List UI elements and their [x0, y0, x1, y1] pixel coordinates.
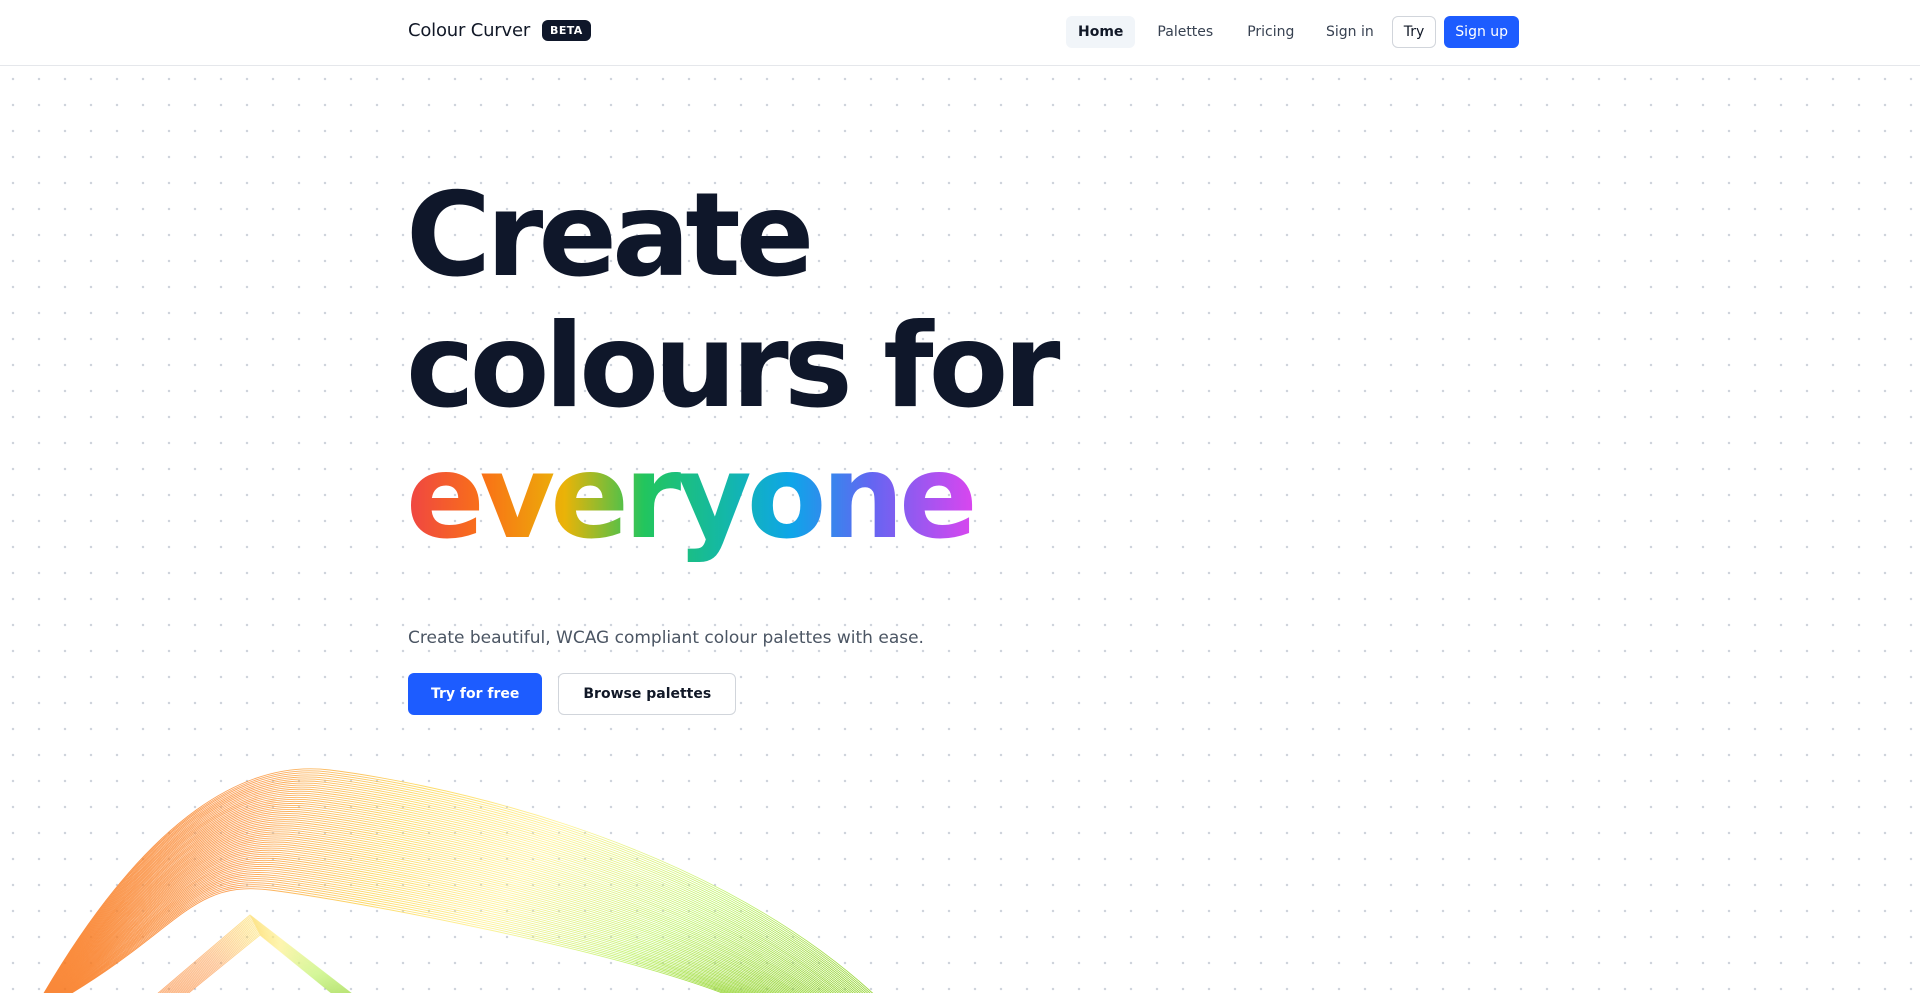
nav-pricing[interactable]: Pricing [1235, 16, 1306, 48]
hero: Create colours for everyone [406, 168, 1060, 565]
sign-up-button[interactable]: Sign up [1444, 16, 1520, 48]
hero-heading-line-2: colours for [406, 299, 1060, 434]
nav-home[interactable]: Home [1066, 16, 1136, 48]
hero-heading-line-1: Create [406, 168, 814, 303]
hero-cta-group: Try for free Browse palettes [408, 673, 737, 715]
top-navbar: Colour Curver BETA Home Palettes Pricing… [0, 0, 1920, 66]
landing-page: Colour Curver BETA Home Palettes Pricing… [0, 0, 1920, 993]
try-for-free-button[interactable]: Try for free [408, 673, 543, 715]
sign-in-link[interactable]: Sign in [1316, 16, 1384, 48]
nav-palettes[interactable]: Palettes [1145, 16, 1225, 48]
hero-heading-rainbow-word: everyone [406, 430, 978, 565]
try-button[interactable]: Try [1391, 16, 1437, 48]
hero-subtitle: Create beautiful, WCAG compliant colour … [408, 628, 924, 648]
brand-name[interactable]: Colour Curver [408, 20, 530, 41]
main-nav: Home Palettes Pricing [1066, 16, 1316, 48]
decorative-wave-lines [43, 768, 873, 993]
hero-heading: Create colours for everyone [406, 168, 1060, 565]
beta-badge: BETA [542, 20, 591, 41]
browse-palettes-button[interactable]: Browse palettes [558, 673, 737, 715]
auth-actions: Sign in Try Sign up [1316, 16, 1520, 48]
brand[interactable]: Colour Curver BETA [408, 20, 591, 41]
